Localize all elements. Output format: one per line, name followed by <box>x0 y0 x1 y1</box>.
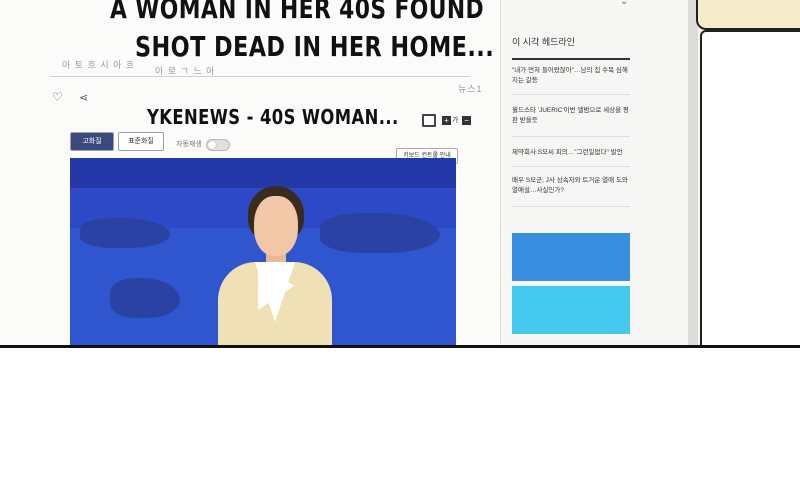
ad-banner[interactable] <box>512 233 630 281</box>
background-shape <box>696 0 800 30</box>
column-divider <box>500 0 501 347</box>
source-tag: 뉴스1 <box>458 84 483 94</box>
tab-standard-quality[interactable]: 표준화질 <box>118 132 164 151</box>
divider <box>512 206 630 207</box>
headline-item[interactable]: "내가 먼저 들어왔잖아"…남의 집 수목 심해지는 갈등 <box>512 66 630 86</box>
scribble-text: 아 토 흐 시 아 흐 <box>62 60 136 70</box>
monitor-bezel <box>688 0 698 347</box>
background-shape <box>700 30 800 347</box>
font-increase-button[interactable]: + <box>442 116 451 125</box>
chevron-down-icon[interactable]: ⌄ <box>620 0 628 7</box>
share-icon[interactable]: ⋖ <box>79 91 88 104</box>
font-size-label: 가 <box>452 117 459 124</box>
headline-item[interactable]: 배우 S모군, J사 상속자와 트거운 열애 도와 열애설…사실인가? <box>512 176 630 196</box>
tab-high-quality[interactable]: 고화질 <box>70 132 114 151</box>
headline-item[interactable]: 월드스타 'JUERIC'이번 앨범으로 세상을 평판 받을듯 <box>512 106 630 126</box>
comic-panel: 아 토 흐 시 아 흐 아 로 ㄱ 느 아 뉴스1 ♡ ⋖ + 가 − 고화질 … <box>0 0 800 347</box>
print-icon[interactable] <box>422 114 436 127</box>
play-icon[interactable] <box>258 262 294 310</box>
map-shape <box>110 278 180 318</box>
font-decrease-button[interactable]: − <box>462 116 471 125</box>
map-shape <box>320 213 440 253</box>
ad-banner[interactable] <box>512 286 630 334</box>
heart-icon[interactable]: ♡ <box>52 90 63 104</box>
divider <box>512 94 630 95</box>
panel-border <box>0 345 800 348</box>
autoplay-toggle[interactable] <box>206 139 230 151</box>
sidebar-title: 이 시각 헤드라인 <box>512 37 575 47</box>
caption-line: SHOT DEAD IN HER HOME... <box>135 30 495 63</box>
map-shape <box>80 218 170 248</box>
caption-line: A WOMAN IN HER 40S FOUND <box>110 0 485 25</box>
divider <box>512 136 630 137</box>
video-bg-band <box>70 158 456 188</box>
divider <box>50 76 470 77</box>
news-anchor-face <box>254 196 298 256</box>
caption-line: YKENEWS - 40S WOMAN... <box>147 105 399 129</box>
divider <box>512 166 630 167</box>
sidebar-rule <box>512 58 630 60</box>
headline-item[interactable]: 제약회사 S모씨 피의…"그런일없다" 발언 <box>512 148 630 158</box>
autoplay-label: 자동재생 <box>176 141 202 148</box>
